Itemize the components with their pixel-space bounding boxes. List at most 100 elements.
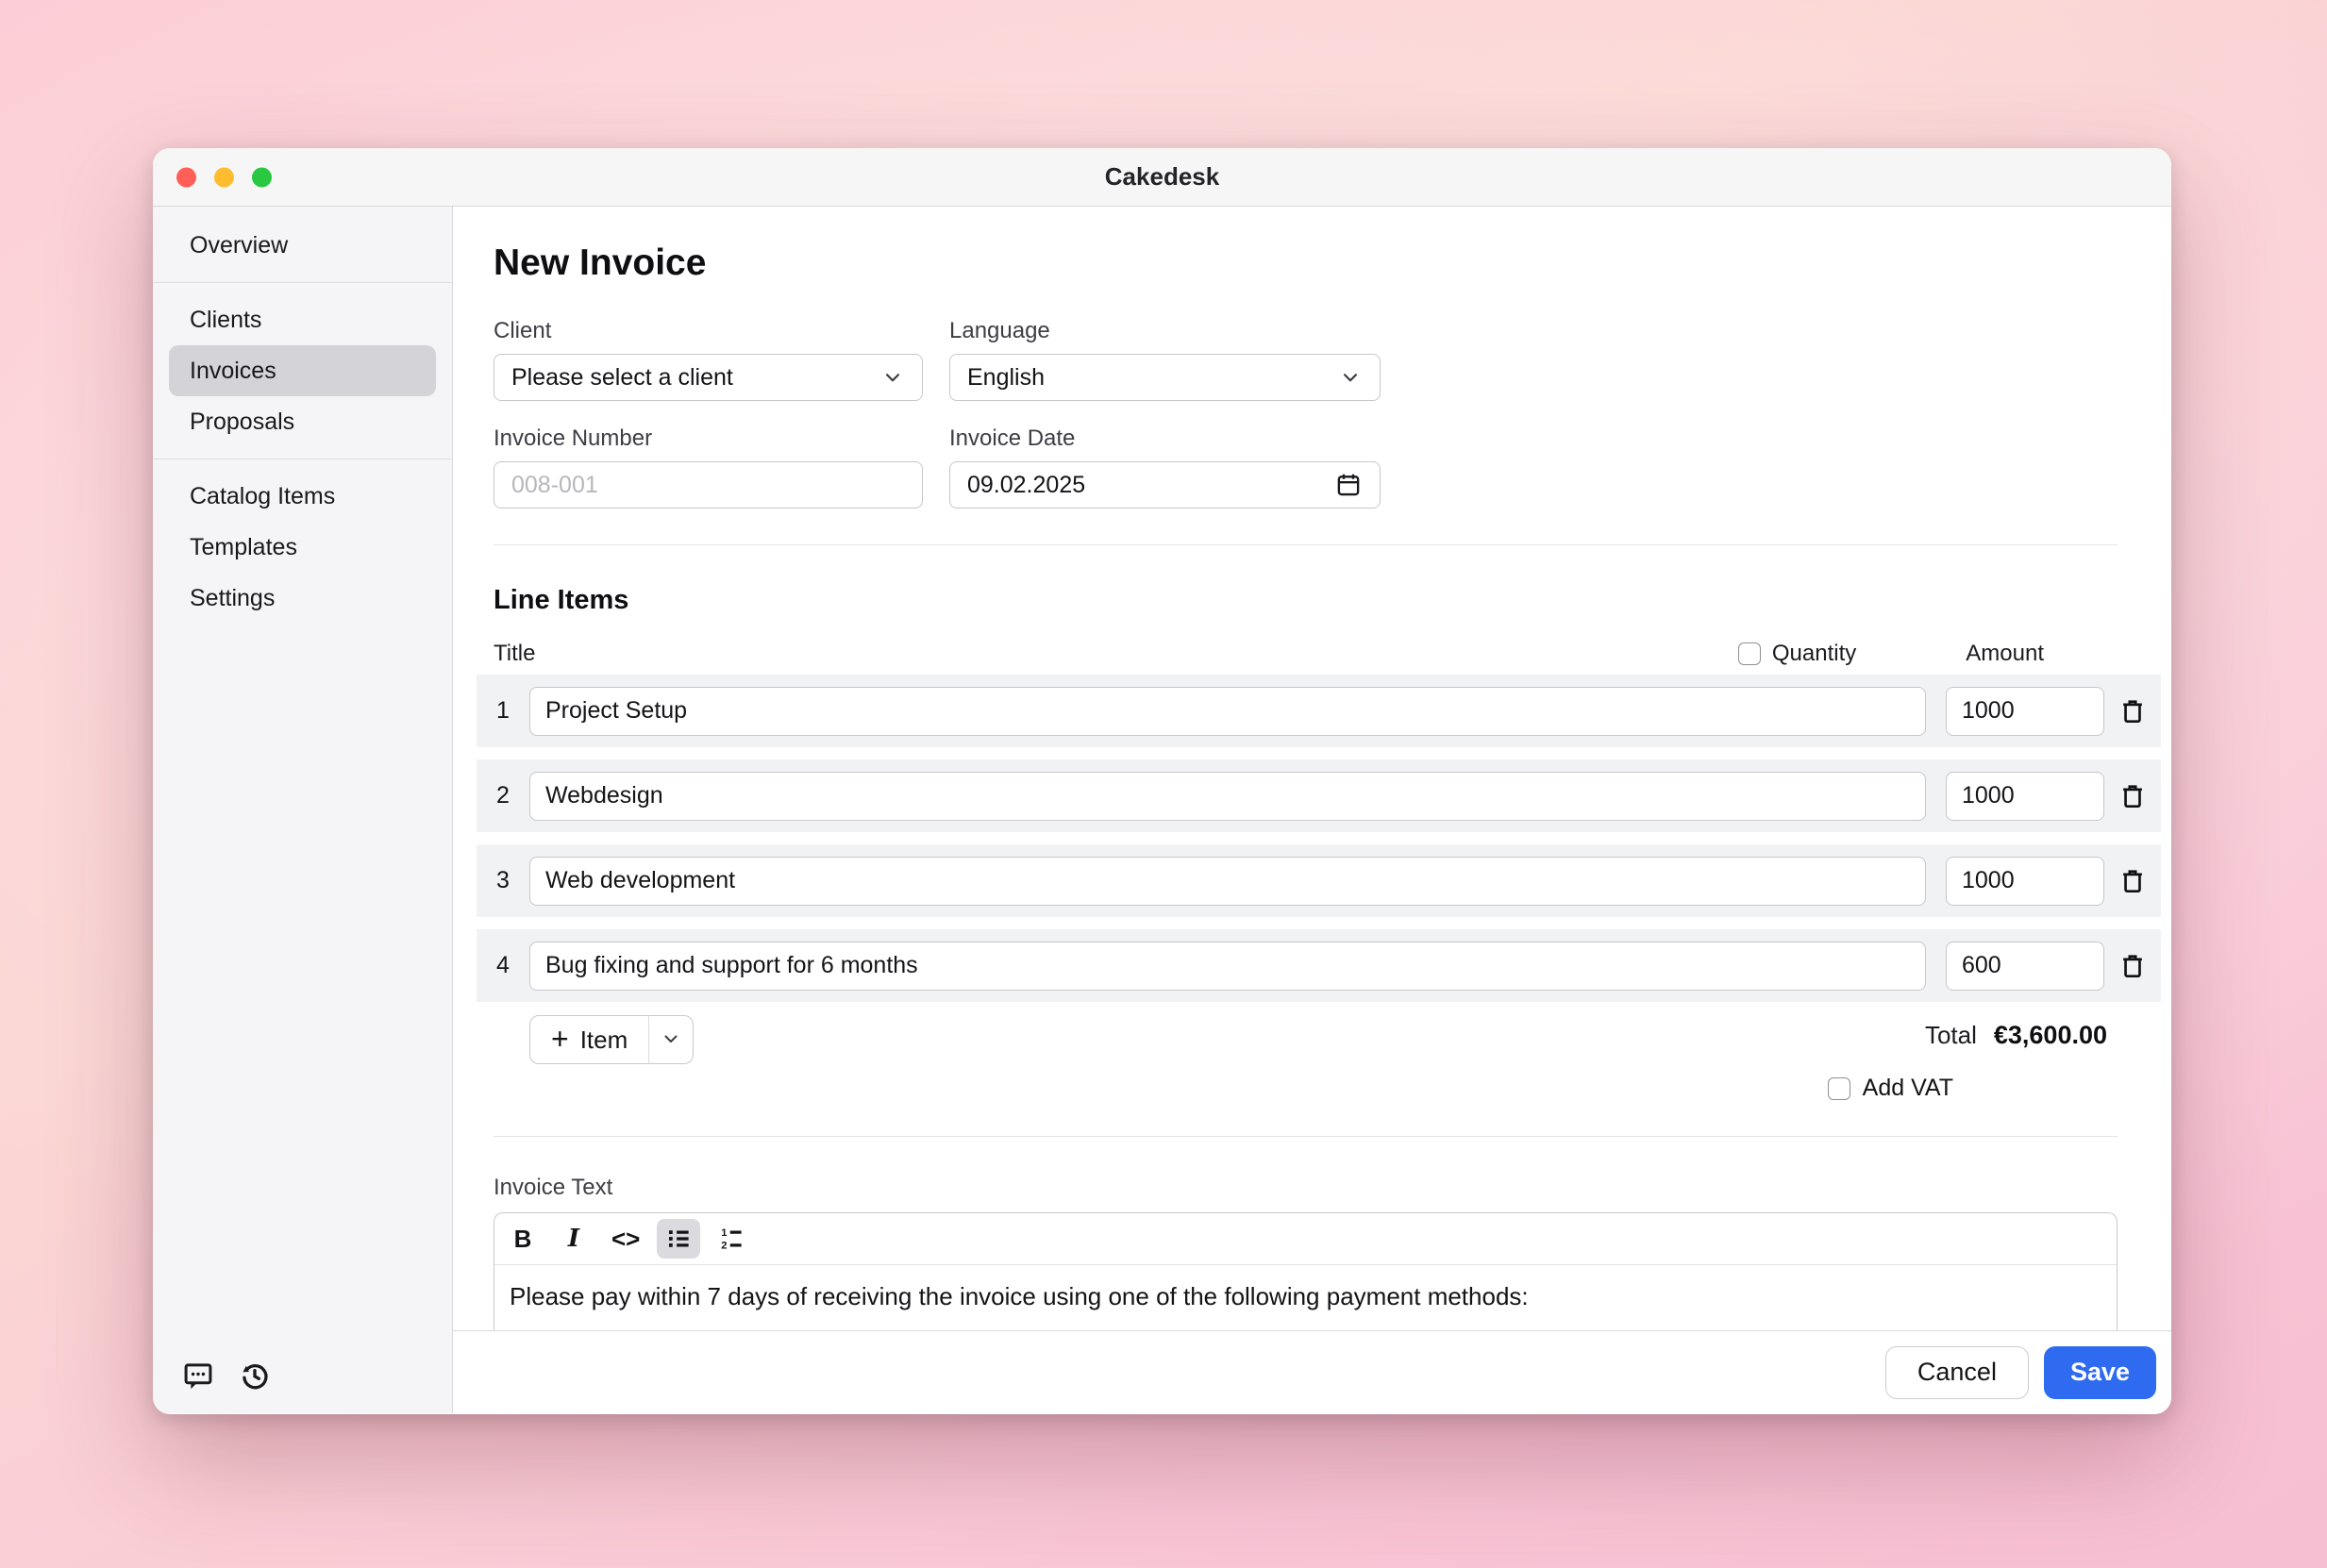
trash-icon bbox=[2118, 951, 2148, 981]
amount-column-label: Amount bbox=[1966, 641, 2044, 667]
sidebar-item-label: Proposals bbox=[190, 409, 294, 436]
line-item-row: 1 bbox=[477, 675, 2161, 747]
invoice-date-input[interactable]: 09.02.2025 bbox=[949, 461, 1381, 509]
invoice-number-input[interactable] bbox=[494, 461, 923, 509]
sidebar-item-label: Catalog Items bbox=[190, 483, 335, 510]
delete-item-button[interactable] bbox=[2104, 772, 2161, 821]
total-label: Total bbox=[1925, 1021, 1977, 1050]
add-item-dropdown-button[interactable] bbox=[648, 1015, 694, 1064]
save-button[interactable]: Save bbox=[2044, 1346, 2156, 1399]
item-amount-input[interactable] bbox=[1946, 772, 2104, 821]
row-index: 2 bbox=[477, 782, 529, 809]
line-item-row: 2 bbox=[477, 759, 2161, 832]
italic-button[interactable]: I bbox=[553, 1219, 594, 1259]
trash-icon bbox=[2118, 781, 2148, 811]
delete-item-button[interactable] bbox=[2104, 942, 2161, 991]
titlebar: Cakedesk bbox=[153, 148, 2171, 207]
invoice-editor-panel: New Invoice Client Please select a clien… bbox=[453, 207, 2171, 1413]
calendar-icon[interactable] bbox=[1334, 471, 1363, 499]
ordered-list-icon: 1 2 bbox=[717, 1225, 745, 1253]
close-window-button[interactable] bbox=[176, 167, 196, 187]
app-window: Cakedesk Overview Clients Invoices Propo… bbox=[153, 148, 2171, 1414]
client-select-value: Please select a client bbox=[511, 364, 733, 392]
divider bbox=[494, 544, 2118, 545]
window-title: Cakedesk bbox=[1105, 162, 1219, 192]
sidebar-item-invoices[interactable]: Invoices bbox=[169, 345, 436, 396]
line-items-heading: Line Items bbox=[494, 585, 2118, 616]
chevron-down-icon bbox=[659, 1027, 683, 1052]
line-items-list: 1 2 bbox=[477, 675, 2161, 1002]
ordered-list-button[interactable]: 1 2 bbox=[710, 1219, 753, 1259]
sidebar-item-label: Invoices bbox=[190, 358, 276, 385]
traffic-lights bbox=[176, 167, 272, 187]
sidebar-item-settings[interactable]: Settings bbox=[169, 573, 436, 624]
sidebar-item-label: Clients bbox=[190, 307, 261, 334]
cancel-button[interactable]: Cancel bbox=[1885, 1346, 2029, 1399]
language-label: Language bbox=[949, 318, 1381, 344]
item-amount-input[interactable] bbox=[1946, 857, 2104, 906]
sidebar-item-label: Settings bbox=[190, 585, 275, 612]
language-select-value: English bbox=[967, 364, 1045, 392]
svg-text:1: 1 bbox=[722, 1227, 728, 1239]
sidebar-item-templates[interactable]: Templates bbox=[169, 522, 436, 573]
item-title-input[interactable] bbox=[529, 772, 1926, 821]
row-index: 4 bbox=[477, 952, 529, 979]
action-footer: Cancel Save bbox=[453, 1330, 2171, 1413]
quantity-column-label: Quantity bbox=[1772, 641, 1856, 667]
invoice-number-label: Invoice Number bbox=[494, 425, 923, 452]
bullet-list-button[interactable] bbox=[657, 1219, 700, 1259]
item-amount-input[interactable] bbox=[1946, 942, 2104, 991]
divider bbox=[494, 1136, 2118, 1137]
add-vat-checkbox[interactable] bbox=[1828, 1077, 1850, 1100]
row-index: 3 bbox=[477, 867, 529, 894]
bold-button[interactable]: B bbox=[502, 1219, 544, 1259]
invoice-date-label: Invoice Date bbox=[949, 425, 1381, 452]
sidebar-item-clients[interactable]: Clients bbox=[169, 294, 436, 345]
page-title: New Invoice bbox=[494, 242, 2118, 284]
item-title-input[interactable] bbox=[529, 857, 1926, 906]
delete-item-button[interactable] bbox=[2104, 687, 2161, 736]
total-value: €3,600.00 bbox=[1994, 1021, 2107, 1050]
item-title-input[interactable] bbox=[529, 942, 1926, 991]
svg-text:2: 2 bbox=[722, 1241, 728, 1252]
minimize-window-button[interactable] bbox=[214, 167, 234, 187]
quantity-checkbox[interactable] bbox=[1738, 642, 1761, 665]
invoice-text-label: Invoice Text bbox=[494, 1175, 2118, 1201]
item-amount-input[interactable] bbox=[1946, 687, 2104, 736]
invoice-date-value: 09.02.2025 bbox=[967, 472, 1085, 499]
bullet-list-icon bbox=[664, 1225, 693, 1253]
add-item-label: Item bbox=[580, 1026, 628, 1055]
line-item-row: 3 bbox=[477, 844, 2161, 917]
sidebar-item-label: Templates bbox=[190, 534, 297, 561]
zoom-window-button[interactable] bbox=[252, 167, 272, 187]
trash-icon bbox=[2118, 696, 2148, 726]
sidebar-item-proposals[interactable]: Proposals bbox=[169, 396, 436, 447]
client-label: Client bbox=[494, 318, 923, 344]
add-item-split-button: + Item bbox=[529, 1015, 694, 1064]
row-index: 1 bbox=[477, 697, 529, 725]
line-items-column-header: Title Quantity Amount bbox=[494, 641, 2118, 667]
chevron-down-icon bbox=[880, 365, 905, 390]
sidebar-divider bbox=[153, 282, 452, 283]
history-icon[interactable] bbox=[238, 1359, 272, 1393]
editor-toolbar: B I <> bbox=[494, 1213, 2117, 1265]
title-column-label: Title bbox=[494, 641, 535, 667]
plus-icon: + bbox=[551, 1024, 569, 1054]
client-select[interactable]: Please select a client bbox=[494, 354, 923, 401]
code-button[interactable]: <> bbox=[604, 1219, 647, 1259]
totals-block: Total €3,600.00 Add VAT bbox=[1828, 1015, 2118, 1102]
language-select[interactable]: English bbox=[949, 354, 1381, 401]
sidebar-footer bbox=[181, 1359, 272, 1393]
sidebar-item-catalog-items[interactable]: Catalog Items bbox=[169, 471, 436, 522]
feedback-chat-icon[interactable] bbox=[181, 1359, 215, 1393]
sidebar-item-label: Overview bbox=[190, 232, 288, 259]
trash-icon bbox=[2118, 866, 2148, 896]
chevron-down-icon bbox=[1338, 365, 1363, 390]
sidebar-item-overview[interactable]: Overview bbox=[169, 220, 436, 271]
line-item-row: 4 bbox=[477, 929, 2161, 1002]
item-title-input[interactable] bbox=[529, 687, 1926, 736]
sidebar: Overview Clients Invoices Proposals Cata… bbox=[153, 207, 453, 1413]
add-item-button[interactable]: + Item bbox=[529, 1015, 649, 1064]
delete-item-button[interactable] bbox=[2104, 857, 2161, 906]
add-vat-label: Add VAT bbox=[1863, 1075, 1953, 1102]
